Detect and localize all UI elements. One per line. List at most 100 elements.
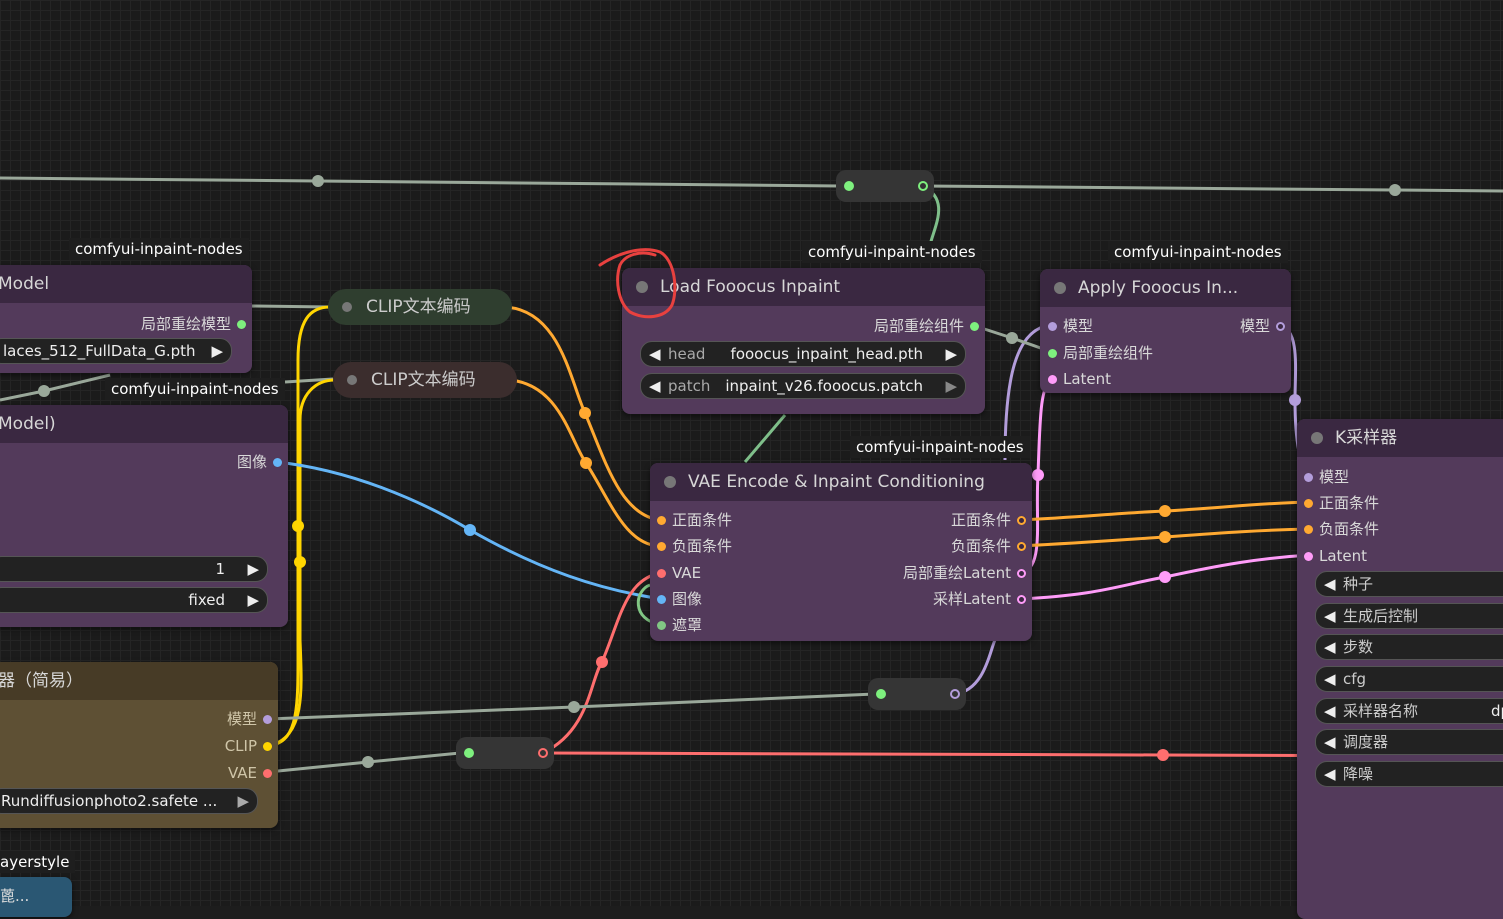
arrow-right-icon[interactable]: ▶ xyxy=(211,339,223,363)
input-latent[interactable]: Latent xyxy=(1304,547,1367,565)
arrow-left-icon[interactable]: ◀ xyxy=(1324,604,1336,628)
slot-dot[interactable] xyxy=(657,516,666,525)
slot-dot[interactable] xyxy=(1048,375,1057,384)
arrow-left-icon[interactable]: ◀ xyxy=(1324,730,1336,754)
reroute-output-dot[interactable] xyxy=(538,748,548,758)
reroute-vae[interactable] xyxy=(456,737,554,769)
output-inpaint-model[interactable]: 局部重绘模型 xyxy=(141,315,246,333)
steps-widget[interactable]: ◀ 步数 xyxy=(1315,634,1503,660)
slot-dot[interactable] xyxy=(1017,569,1026,578)
output-inpaint-latent[interactable]: 局部重绘Latent xyxy=(903,564,1026,582)
collapse-dot[interactable] xyxy=(664,476,676,488)
output-model[interactable]: 模型 xyxy=(1240,317,1285,335)
arrow-right-icon[interactable]: ▶ xyxy=(945,342,957,366)
slot-dot[interactable] xyxy=(1017,542,1026,551)
left-node-2[interactable]: Model) 图像 1 ▶ fixed ▶ xyxy=(0,405,288,627)
collapse-dot[interactable] xyxy=(342,302,352,312)
collapse-dot[interactable] xyxy=(347,375,357,385)
seed-widget[interactable]: ◀ 种子 xyxy=(1315,571,1503,597)
arrow-left-icon[interactable]: ◀ xyxy=(1324,762,1336,786)
slot-dot[interactable] xyxy=(263,769,272,778)
slot-dot[interactable] xyxy=(263,742,272,751)
node-title[interactable]: Apply Fooocus In... xyxy=(1040,269,1291,307)
slot-dot[interactable] xyxy=(1017,516,1026,525)
arrow-right-icon[interactable]: ▶ xyxy=(945,374,957,398)
slot-dot[interactable] xyxy=(1304,525,1313,534)
control-after-generate-widget[interactable]: ◀ 生成后控制 xyxy=(1315,603,1503,629)
arrow-left-icon[interactable]: ◀ xyxy=(1324,635,1336,659)
arrow-left-icon[interactable]: ◀ xyxy=(1324,572,1336,596)
node-title[interactable]: Load Fooocus Inpaint xyxy=(622,268,985,306)
seed-widget[interactable]: 1 ▶ xyxy=(0,556,268,582)
node-title[interactable]: VAE Encode & Inpaint Conditioning xyxy=(650,463,1032,501)
slot-dot[interactable] xyxy=(657,569,666,578)
node-title[interactable]: Model) xyxy=(0,405,288,443)
arrow-right-icon[interactable]: ▶ xyxy=(247,588,259,612)
reroute-output-dot[interactable] xyxy=(918,181,928,191)
sampler-name-widget[interactable]: ◀ 采样器名称 dp xyxy=(1315,698,1503,724)
clip-text-encode-node-1[interactable]: CLIP文本编码 xyxy=(328,289,512,325)
collapse-dot[interactable] xyxy=(1311,432,1323,444)
input-negative[interactable]: 负面条件 xyxy=(1304,520,1379,538)
collapse-dot[interactable] xyxy=(636,281,648,293)
slot-dot[interactable] xyxy=(657,542,666,551)
node-title[interactable]: 器（简易） xyxy=(0,662,278,700)
denoise-widget[interactable]: ◀ 降噪 xyxy=(1315,761,1503,787)
slot-dot[interactable] xyxy=(263,715,272,724)
output-image[interactable]: 图像 xyxy=(237,453,282,471)
output-sample-latent[interactable]: 采样Latent xyxy=(933,590,1026,608)
input-positive[interactable]: 正面条件 xyxy=(1304,494,1379,512)
vae-encode-inpaint-conditioning-node[interactable]: VAE Encode & Inpaint Conditioning 正面条件 负… xyxy=(650,463,1032,641)
input-model[interactable]: 模型 xyxy=(1304,468,1349,486)
load-fooocus-inpaint-node[interactable]: Load Fooocus Inpaint 局部重绘组件 ◀ head foooc… xyxy=(622,268,985,414)
node-title[interactable]: K采样器 xyxy=(1297,419,1503,457)
reroute-top[interactable] xyxy=(836,170,934,202)
slot-dot[interactable] xyxy=(1048,349,1057,358)
checkpoint-loader-node[interactable]: 器（简易） 模型 CLIP VAE Rundiffusionphoto2.saf… xyxy=(0,662,278,828)
load-inpaint-model-node[interactable]: Model 局部重绘模型 laces_512_FullData_G.pth ▶ xyxy=(0,265,252,373)
layerstyle-node[interactable]: 蓖... xyxy=(0,877,72,917)
control-widget[interactable]: fixed ▶ xyxy=(0,587,268,613)
output-clip[interactable]: CLIP xyxy=(225,737,272,755)
ckpt-name-widget[interactable]: Rundiffusionphoto2.safete ... ▶ xyxy=(0,788,258,814)
output-model[interactable]: 模型 xyxy=(227,710,272,728)
arrow-right-icon[interactable]: ▶ xyxy=(237,789,249,813)
output-negative[interactable]: 负面条件 xyxy=(951,537,1026,555)
apply-fooocus-inpaint-node[interactable]: Apply Fooocus In... 模型 局部重绘组件 Latent 模型 xyxy=(1040,269,1291,393)
slot-dot[interactable] xyxy=(1304,499,1313,508)
slot-dot[interactable] xyxy=(657,595,666,604)
slot-dot[interactable] xyxy=(1017,595,1026,604)
reroute-output-dot[interactable] xyxy=(950,689,960,699)
arrow-right-icon[interactable]: ▶ xyxy=(247,557,259,581)
collapse-dot[interactable] xyxy=(1054,282,1066,294)
input-image[interactable]: 图像 xyxy=(657,590,702,608)
cfg-widget[interactable]: ◀ cfg xyxy=(1315,666,1503,692)
input-model[interactable]: 模型 xyxy=(1048,317,1093,335)
model-name-widget[interactable]: laces_512_FullData_G.pth ▶ xyxy=(0,338,232,364)
reroute-input-dot[interactable] xyxy=(876,689,886,699)
slot-dot[interactable] xyxy=(1276,322,1285,331)
output-positive[interactable]: 正面条件 xyxy=(951,511,1026,529)
scheduler-widget[interactable]: ◀ 调度器 xyxy=(1315,729,1503,755)
ksampler-node[interactable]: K采样器 模型 正面条件 负面条件 Latent ◀ 种子 ◀ 生成后控制 ◀ 步数 … xyxy=(1297,419,1503,919)
input-vae[interactable]: VAE xyxy=(657,564,701,582)
slot-dot[interactable] xyxy=(1304,552,1313,561)
slot-dot[interactable] xyxy=(237,320,246,329)
input-mask[interactable]: 遮罩 xyxy=(657,616,702,634)
output-vae[interactable]: VAE xyxy=(228,764,272,782)
input-inpaint-patch[interactable]: 局部重绘组件 xyxy=(1048,344,1153,362)
arrow-left-icon[interactable]: ◀ xyxy=(649,342,661,366)
slot-dot[interactable] xyxy=(970,322,979,331)
input-positive[interactable]: 正面条件 xyxy=(657,511,732,529)
input-latent[interactable]: Latent xyxy=(1048,370,1111,388)
output-inpaint-patch[interactable]: 局部重绘组件 xyxy=(874,317,979,335)
slot-dot[interactable] xyxy=(1048,322,1057,331)
slot-dot[interactable] xyxy=(657,621,666,630)
reroute-input-dot[interactable] xyxy=(464,748,474,758)
input-negative[interactable]: 负面条件 xyxy=(657,537,732,555)
node-title[interactable]: Model xyxy=(0,265,252,303)
arrow-left-icon[interactable]: ◀ xyxy=(1324,667,1336,691)
arrow-left-icon[interactable]: ◀ xyxy=(1324,699,1336,723)
reroute-input-dot[interactable] xyxy=(844,181,854,191)
patch-widget[interactable]: ◀ patch inpaint_v26.fooocus.patch ▶ xyxy=(640,373,966,399)
